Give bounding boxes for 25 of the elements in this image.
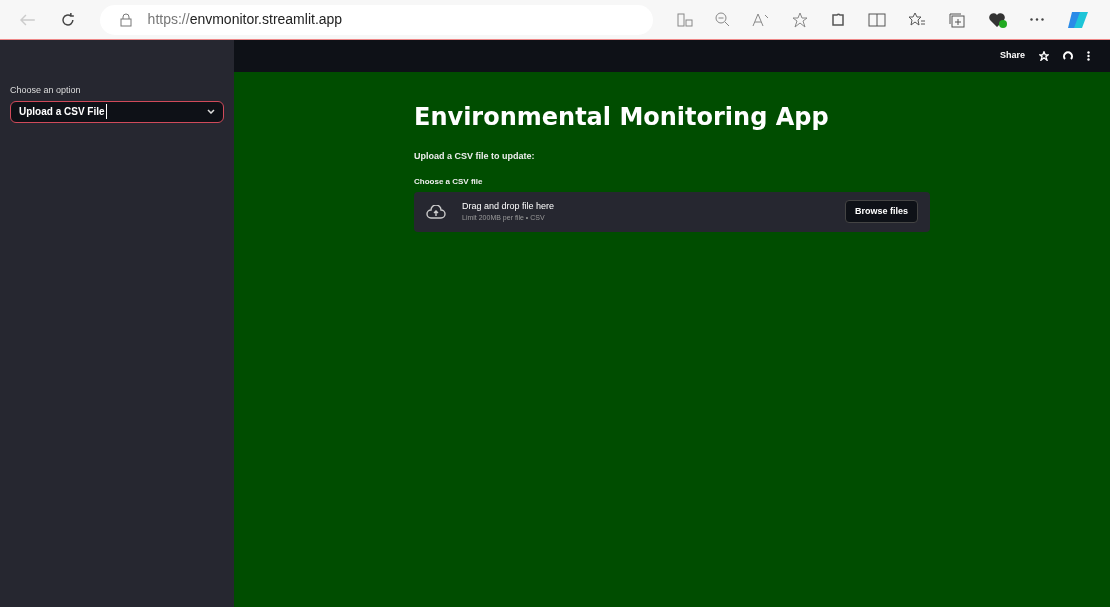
subtitle-text: Upload a CSV file to update: xyxy=(414,150,536,163)
select-label: Choose an option xyxy=(10,84,82,97)
address-bar[interactable]: https://envmonitor.streamlit.app xyxy=(99,4,653,35)
favorites-icon[interactable] xyxy=(908,11,926,28)
uploader-label: Choose a CSV file xyxy=(414,175,484,188)
collections-icon[interactable] xyxy=(948,11,966,28)
browse-files-button[interactable]: Browse files xyxy=(844,199,918,224)
dropzone-instruction: Drag and drop file here xyxy=(462,199,555,213)
zoom-out-icon[interactable] xyxy=(715,12,730,27)
copilot-icon[interactable] xyxy=(1066,9,1090,30)
chevron-down-icon xyxy=(207,109,215,114)
cloud-upload-icon xyxy=(426,204,446,219)
share-button[interactable]: Share xyxy=(1000,49,1025,63)
read-aloud-icon[interactable] xyxy=(752,12,770,27)
option-select[interactable]: Upload a CSV File xyxy=(10,100,224,123)
more-icon[interactable] xyxy=(1030,18,1044,21)
page-title: Environmental Monitoring App xyxy=(414,102,830,132)
more-icon[interactable] xyxy=(1087,51,1090,61)
split-screen-icon[interactable] xyxy=(868,12,886,27)
url-text: https://envmonitor.streamlit.app xyxy=(147,10,343,29)
star-icon[interactable] xyxy=(792,11,808,28)
reload-icon[interactable] xyxy=(59,11,76,28)
lock-icon[interactable] xyxy=(119,12,132,27)
select-value: Upload a CSV File xyxy=(19,104,107,119)
app-grid-icon[interactable] xyxy=(677,12,693,27)
